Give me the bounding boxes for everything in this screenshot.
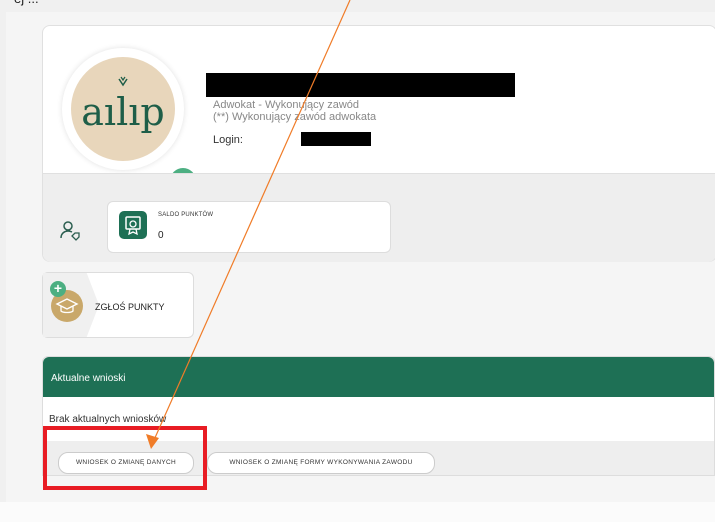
avatar: aılıp ✲ [62, 48, 198, 196]
redacted-login [301, 132, 371, 146]
wnioski-header: Aktualne wnioski [43, 357, 714, 397]
redacted-name [206, 73, 515, 97]
profile-role-status: Adwokat - Wykonujący zawód (**) Wykonują… [213, 99, 376, 123]
wnioski-empty-text: Brak aktualnych wniosków [49, 414, 167, 425]
wnioski-title: Aktualne wnioski [51, 373, 126, 384]
top-cropped-text: ej ... [0, 0, 715, 12]
saldo-label: SALDO PUNKTÓW [158, 212, 214, 218]
profile-role: Adwokat - Wykonujący zawód [213, 99, 360, 111]
profile-card: aılıp ✲ Adwokat - Wykonujący zawód (**) … [42, 25, 715, 262]
svg-text:aılıp: aılıp [81, 90, 164, 134]
wniosek-zmiana-formy-button[interactable]: WNIOSEK O ZMIANĘ FORMY WYKONYWANIA ZAWOD… [207, 452, 435, 474]
saldo-punktow-card: SALDO PUNKTÓW 0 [107, 201, 391, 253]
login-label: Login: [213, 134, 243, 146]
certificate-icon [119, 211, 147, 239]
profile-status: (**) Wykonujący zawód adwokata [213, 111, 377, 123]
saldo-value: 0 [158, 230, 164, 241]
zglos-punkty-button[interactable]: + ZGŁOŚ PUNKTY [42, 272, 194, 338]
red-highlight-box [43, 426, 207, 490]
user-tag-icon [60, 221, 80, 241]
zglos-punkty-label: ZGŁOŚ PUNKTY [95, 302, 165, 312]
aiip-logo-icon: aılıp [71, 57, 175, 161]
bottom-area [0, 502, 715, 522]
plus-icon: + [50, 281, 66, 297]
